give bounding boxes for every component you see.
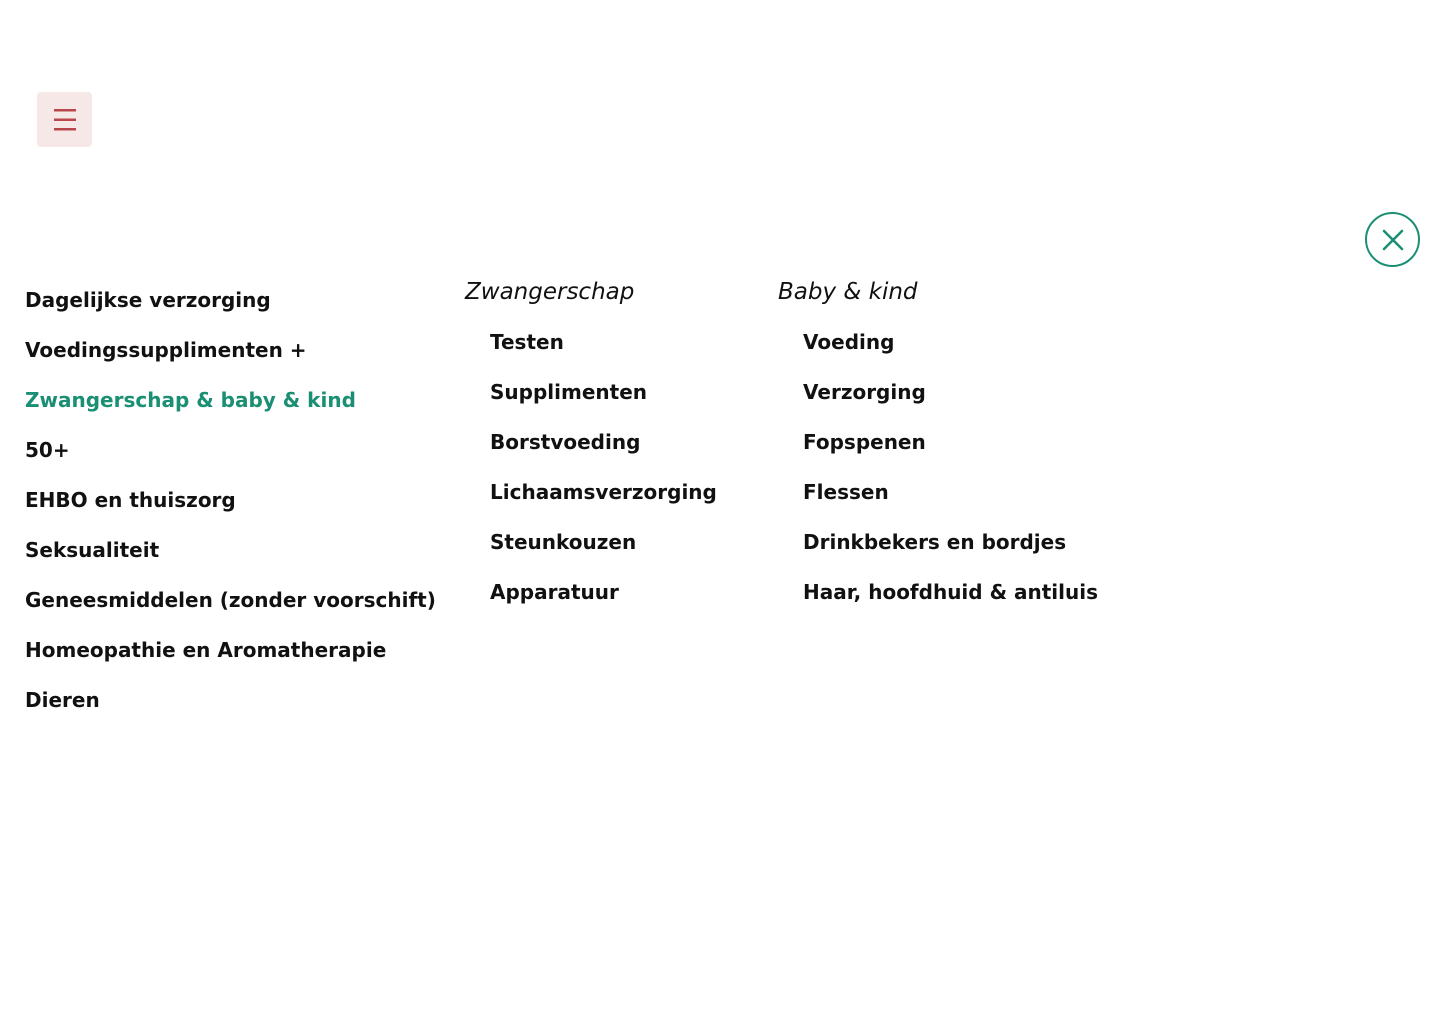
subcategory-apparatuur[interactable]: Apparatuur <box>490 576 717 626</box>
column-title-baby-kind: Baby & kind <box>778 279 918 305</box>
subcategory-list-zwangerschap: Testen Supplimenten Borstvoeding Lichaam… <box>465 326 717 626</box>
subcategory-fopspenen[interactable]: Fopspenen <box>803 426 1098 476</box>
close-menu-button[interactable] <box>1365 212 1420 267</box>
subcategory-haar-hoofdhuid-antiluis[interactable]: Haar, hoofdhuid & antiluis <box>803 576 1098 626</box>
subcategory-supplimenten[interactable]: Supplimenten <box>490 376 717 426</box>
category-homeopathie-aromatherapie[interactable]: Homeopathie en Aromatherapie <box>25 635 436 685</box>
category-ehbo-thuiszorg[interactable]: EHBO en thuiszorg <box>25 485 436 535</box>
primary-category-list: Dagelijkse verzorging Voedingssuppliment… <box>25 285 436 735</box>
subcategory-column-baby-kind: Baby & kind Voeding Verzorging Fopspenen… <box>778 276 1098 626</box>
category-geneesmiddelen[interactable]: Geneesmiddelen (zonder voorschift) <box>25 585 436 635</box>
category-seksualiteit[interactable]: Seksualiteit <box>25 535 436 585</box>
subcategory-flessen[interactable]: Flessen <box>803 476 1098 526</box>
column-title-zwangerschap: Zwangerschap <box>465 279 635 305</box>
subcategory-drinkbekers-bordjes[interactable]: Drinkbekers en bordjes <box>803 526 1098 576</box>
hamburger-icon <box>53 108 76 130</box>
subcategory-column-zwangerschap: Zwangerschap Testen Supplimenten Borstvo… <box>465 276 717 626</box>
subcategory-lichaamsverzorging[interactable]: Lichaamsverzorging <box>490 476 717 526</box>
mega-menu-page: Dagelijkse verzorging Voedingssuppliment… <box>0 0 1440 1024</box>
subcategory-voeding[interactable]: Voeding <box>803 326 1098 376</box>
subcategory-list-baby-kind: Voeding Verzorging Fopspenen Flessen Dri… <box>778 326 1098 626</box>
category-dagelijkse-verzorging[interactable]: Dagelijkse verzorging <box>25 285 436 335</box>
close-x-icon <box>1382 229 1403 250</box>
subcategory-verzorging[interactable]: Verzorging <box>803 376 1098 426</box>
category-zwangerschap-baby-kind[interactable]: Zwangerschap & baby & kind <box>25 385 436 435</box>
category-50-plus[interactable]: 50+ <box>25 435 436 485</box>
menu-toggle-button[interactable] <box>37 92 92 147</box>
category-dieren[interactable]: Dieren <box>25 685 436 735</box>
subcategory-borstvoeding[interactable]: Borstvoeding <box>490 426 717 476</box>
category-voedingssupplimenten[interactable]: Voedingssupplimenten + <box>25 335 436 385</box>
subcategory-steunkouzen[interactable]: Steunkouzen <box>490 526 717 576</box>
subcategory-testen[interactable]: Testen <box>490 326 717 376</box>
